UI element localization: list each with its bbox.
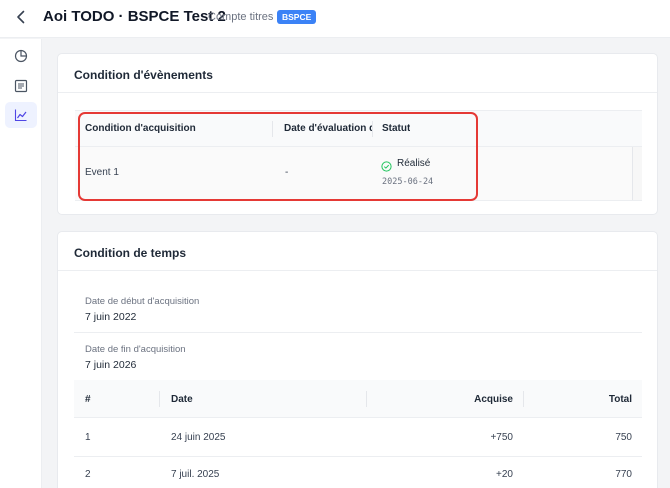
page-subtitle: Compte titres — [208, 11, 274, 23]
row-divider — [74, 456, 642, 457]
vesting-row-date: 24 juin 2025 — [171, 432, 226, 443]
time-condition-card: Condition de temps Date de début d'acqui… — [57, 231, 658, 488]
events-table-header: Condition d'acquisition Date d'évaluatio… — [75, 111, 642, 147]
column-separator[interactable] — [272, 121, 273, 137]
pie-chart-icon — [14, 49, 28, 63]
vesting-row-date: 7 juil. 2025 — [171, 469, 220, 480]
type-badge: BSPCE — [277, 10, 317, 24]
check-circle-icon — [381, 159, 392, 177]
column-header-acquired[interactable]: Acquise — [374, 394, 513, 405]
vesting-row-total: 770 — [615, 469, 632, 480]
column-separator[interactable] — [372, 121, 373, 137]
column-header-condition[interactable]: Condition d'acquisition — [85, 123, 196, 134]
column-header-total[interactable]: Total — [534, 394, 632, 405]
card-divider — [58, 92, 657, 93]
document-list-icon — [14, 79, 28, 93]
vesting-row-acquired: +20 — [496, 469, 513, 480]
column-separator[interactable] — [523, 391, 524, 407]
vesting-row-total: 750 — [615, 432, 632, 443]
time-card-title: Condition de temps — [74, 246, 186, 260]
column-separator[interactable] — [366, 391, 367, 407]
vesting-start-value: 7 juin 2022 — [85, 311, 137, 323]
vesting-start-label: Date de début d'acquisition — [85, 296, 200, 307]
column-separator[interactable] — [159, 391, 160, 407]
sidebar-item-charts[interactable] — [5, 102, 37, 128]
column-header-number[interactable]: # — [85, 394, 91, 405]
vesting-row-number: 2 — [85, 469, 91, 480]
line-chart-icon — [14, 109, 27, 122]
column-header-date[interactable]: Date — [171, 394, 193, 405]
vesting-table-header: # Date Acquise Total — [74, 380, 642, 418]
sidebar — [0, 39, 42, 488]
top-bar: Aoi TODO · BSPCE Test 2 Compte titres BS… — [0, 0, 670, 38]
table-scrollbar[interactable] — [632, 147, 642, 200]
events-table: Condition d'acquisition Date d'évaluatio… — [75, 110, 642, 201]
event-status-date: 2025-06-24 — [382, 177, 434, 187]
vesting-row-number: 1 — [85, 432, 91, 443]
sidebar-item-documents[interactable] — [5, 73, 37, 99]
column-header-status[interactable]: Statut — [382, 123, 410, 134]
vesting-row-acquired: +750 — [490, 432, 513, 443]
page-title: Aoi TODO · BSPCE Test 2 — [43, 8, 226, 25]
event-date-cell: - — [285, 167, 289, 178]
event-condition-cell: Event 1 — [85, 167, 119, 178]
vesting-end-value: 7 juin 2026 — [85, 359, 137, 371]
back-arrow-icon[interactable] — [12, 8, 30, 26]
column-header-evaluation-date[interactable]: Date d'évaluation d — [284, 123, 372, 134]
events-card-title: Condition d'évènements — [74, 68, 213, 82]
sidebar-item-overview[interactable] — [5, 43, 37, 69]
events-condition-card: Condition d'évènements Condition d'acqui… — [57, 53, 658, 215]
event-status-label: Réalisé — [397, 158, 431, 169]
vesting-end-label: Date de fin d'acquisition — [85, 344, 186, 355]
info-divider — [74, 332, 642, 333]
card-divider — [58, 270, 657, 271]
